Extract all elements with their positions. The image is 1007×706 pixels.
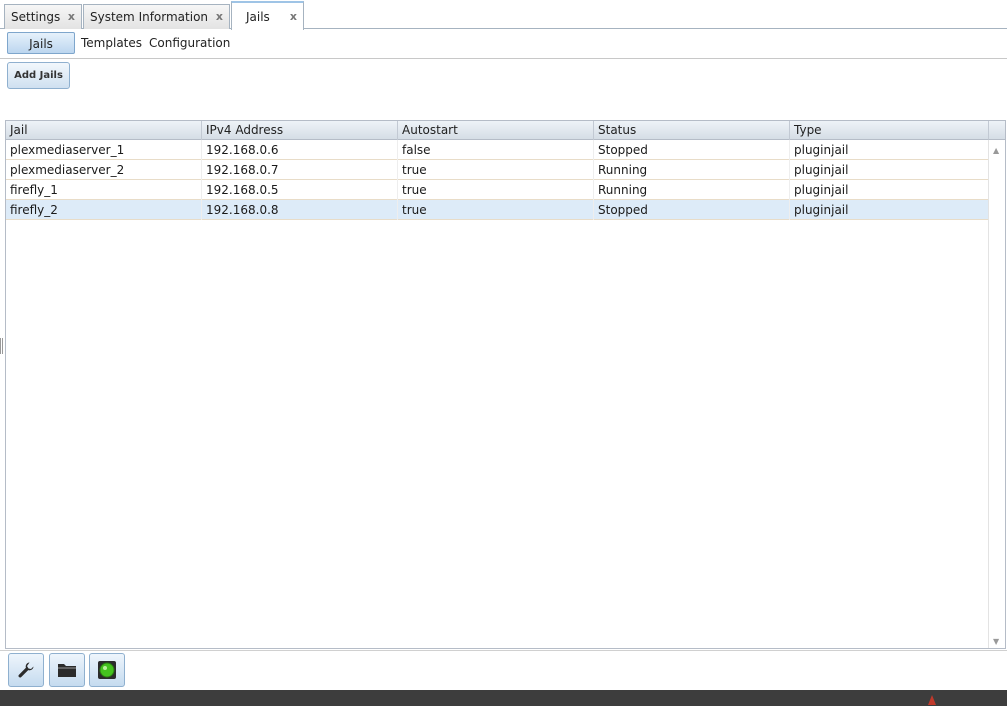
tab-label: System Information bbox=[90, 10, 209, 24]
column-header-ipv4[interactable]: IPv4 Address bbox=[202, 121, 398, 140]
storage-button[interactable] bbox=[49, 653, 85, 687]
app-window: Settings x System Information x Jails x … bbox=[0, 0, 1007, 706]
wrench-icon bbox=[18, 662, 34, 678]
cell-type: pluginjail bbox=[790, 180, 989, 200]
tab-bar: Settings x System Information x Jails x bbox=[0, 0, 1007, 30]
cell-type: pluginjail bbox=[790, 200, 989, 220]
close-icon[interactable]: x bbox=[290, 10, 297, 23]
cell-autostart: true bbox=[398, 160, 594, 180]
cell-ipv4: 192.168.0.5 bbox=[202, 180, 398, 200]
cell-ipv4: 192.168.0.7 bbox=[202, 160, 398, 180]
column-header-status[interactable]: Status bbox=[594, 121, 790, 140]
grid-header-corner bbox=[988, 121, 1005, 140]
subtab-configuration[interactable]: Configuration bbox=[149, 32, 230, 54]
cell-ipv4: 192.168.0.8 bbox=[202, 200, 398, 220]
tab-system-information[interactable]: System Information x bbox=[83, 4, 230, 29]
table-row[interactable]: firefly_1 192.168.0.5 true Running plugi… bbox=[6, 180, 989, 200]
close-icon[interactable]: x bbox=[68, 10, 75, 23]
vertical-scrollbar[interactable]: ▲ ▼ bbox=[988, 140, 1005, 648]
cell-jail: plexmediaserver_1 bbox=[6, 140, 202, 160]
splitter-handle[interactable] bbox=[0, 338, 3, 354]
subtab-templates[interactable]: Templates bbox=[81, 32, 142, 54]
scroll-up-icon[interactable]: ▲ bbox=[993, 146, 999, 155]
start-stop-button[interactable] bbox=[89, 653, 125, 687]
cell-autostart: false bbox=[398, 140, 594, 160]
column-header-type[interactable]: Type bbox=[790, 121, 989, 140]
bottom-toolbar bbox=[0, 650, 1007, 690]
sub-tab-bar: Jails Templates Configuration bbox=[0, 29, 1007, 59]
cell-autostart: true bbox=[398, 180, 594, 200]
cell-jail: firefly_1 bbox=[6, 180, 202, 200]
cell-status: Stopped bbox=[594, 200, 790, 220]
green-light-icon bbox=[98, 661, 116, 679]
cell-status: Stopped bbox=[594, 140, 790, 160]
scroll-down-icon[interactable]: ▼ bbox=[993, 637, 999, 646]
jails-grid: Jail IPv4 Address Autostart Status Type … bbox=[5, 120, 1006, 649]
cell-ipv4: 192.168.0.6 bbox=[202, 140, 398, 160]
table-row[interactable]: plexmediaserver_2 192.168.0.7 true Runni… bbox=[6, 160, 989, 180]
grid-header: Jail IPv4 Address Autostart Status Type bbox=[6, 121, 989, 140]
table-row-selected[interactable]: firefly_2 192.168.0.8 true Stopped plugi… bbox=[6, 200, 989, 220]
cell-type: pluginjail bbox=[790, 140, 989, 160]
add-jails-button[interactable]: Add Jails bbox=[7, 62, 70, 89]
cell-status: Running bbox=[594, 180, 790, 200]
column-header-autostart[interactable]: Autostart bbox=[398, 121, 594, 140]
cell-type: pluginjail bbox=[790, 160, 989, 180]
cell-jail: plexmediaserver_2 bbox=[6, 160, 202, 180]
cell-jail: firefly_2 bbox=[6, 200, 202, 220]
footer-bar bbox=[0, 690, 1007, 706]
cell-status: Running bbox=[594, 160, 790, 180]
close-icon[interactable]: x bbox=[216, 10, 223, 23]
edit-jail-button[interactable] bbox=[8, 653, 44, 687]
cursor-icon bbox=[928, 695, 936, 705]
tab-label: Settings bbox=[11, 10, 61, 24]
grid-rows: plexmediaserver_1 192.168.0.6 false Stop… bbox=[6, 140, 989, 220]
table-row[interactable]: plexmediaserver_1 192.168.0.6 false Stop… bbox=[6, 140, 989, 160]
folder-icon bbox=[58, 664, 76, 677]
tab-settings[interactable]: Settings x bbox=[4, 4, 82, 29]
cell-autostart: true bbox=[398, 200, 594, 220]
tab-label: Jails bbox=[246, 9, 270, 24]
column-header-jail[interactable]: Jail bbox=[6, 121, 202, 140]
tab-jails[interactable]: Jails x bbox=[231, 1, 304, 30]
subtab-jails[interactable]: Jails bbox=[7, 32, 75, 54]
